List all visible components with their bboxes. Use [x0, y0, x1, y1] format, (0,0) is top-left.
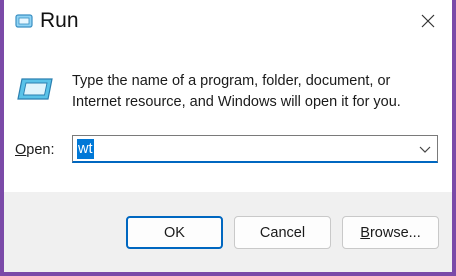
run-dialog-icon — [17, 78, 53, 100]
open-input[interactable]: wt — [77, 139, 94, 159]
dialog-footer: OK Cancel Browse... — [4, 192, 452, 272]
dialog-description: Type the name of a program, folder, docu… — [72, 71, 432, 113]
window-title: Run — [40, 9, 79, 32]
description-line-2: Internet resource, and Windows will open… — [72, 94, 401, 110]
open-label: Open: — [15, 142, 55, 158]
browse-button-accelerator: B — [360, 224, 370, 241]
open-label-accelerator: O — [15, 142, 27, 158]
browse-button-label: rowse... — [369, 224, 421, 241]
ok-button[interactable]: OK — [126, 216, 223, 249]
open-combobox[interactable]: wt — [72, 135, 438, 163]
description-line-1: Type the name of a program, folder, docu… — [72, 73, 391, 89]
browse-button[interactable]: Browse... — [342, 216, 439, 249]
chevron-down-icon[interactable] — [419, 144, 431, 154]
run-app-icon — [15, 14, 33, 28]
title-bar: Run — [4, 0, 452, 42]
close-button[interactable] — [408, 4, 448, 38]
open-label-text: pen: — [26, 142, 55, 158]
dialog-content: Type the name of a program, folder, docu… — [4, 42, 452, 192]
run-dialog-window: Run Type the name of a program, folder, … — [0, 0, 456, 276]
close-icon — [421, 14, 435, 28]
cancel-button[interactable]: Cancel — [234, 216, 331, 249]
